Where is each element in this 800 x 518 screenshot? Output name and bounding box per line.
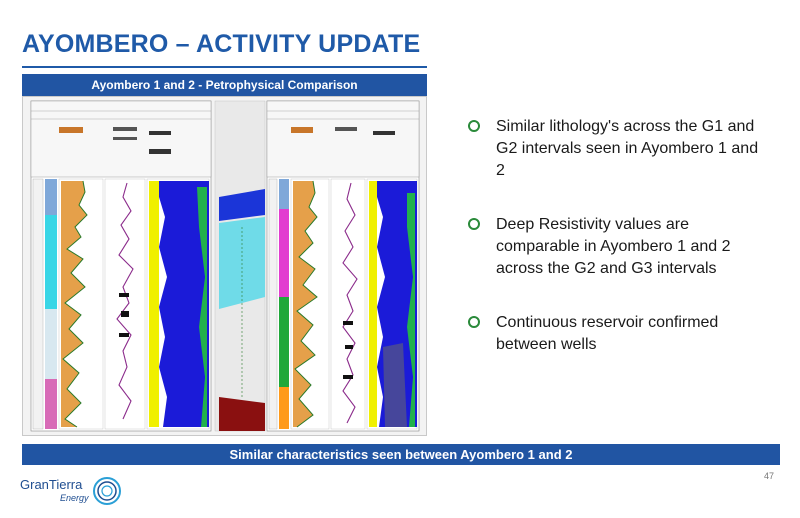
bullet-circle-icon — [468, 218, 480, 230]
company-logo: GranTierra Energy — [20, 474, 130, 510]
bullet-item: Deep Resistivity values are comparable i… — [468, 214, 768, 280]
logo-subtitle: Energy — [60, 493, 89, 503]
bullet-text: Continuous reservoir confirmed between w… — [496, 314, 719, 353]
well-log-ayombero-1 — [30, 100, 212, 432]
panel-header: Ayombero 1 and 2 - Petrophysical Compari… — [22, 74, 427, 96]
bullet-list: Similar lithology's across the G1 and G2… — [468, 116, 768, 388]
bullet-item: Similar lithology's across the G1 and G2… — [468, 116, 768, 182]
logo-wordmark: GranTierra — [20, 477, 83, 492]
title-underline — [22, 66, 427, 68]
footer-banner: Similar characteristics seen between Ayo… — [22, 444, 780, 465]
bullet-circle-icon — [468, 120, 480, 132]
correlation-panel — [214, 100, 266, 432]
bullet-text: Similar lithology's across the G1 and G2… — [496, 118, 759, 179]
bullet-circle-icon — [468, 316, 480, 328]
bullet-item: Continuous reservoir confirmed between w… — [468, 312, 768, 356]
page-number: 47 — [763, 471, 774, 481]
well-log-ayombero-2 — [266, 100, 420, 432]
swirl-icon — [93, 477, 121, 505]
slide-title: AYOMBERO – ACTIVITY UPDATE — [22, 30, 421, 58]
petrophysical-log-figure — [22, 96, 427, 436]
bullet-text: Deep Resistivity values are comparable i… — [496, 216, 731, 277]
